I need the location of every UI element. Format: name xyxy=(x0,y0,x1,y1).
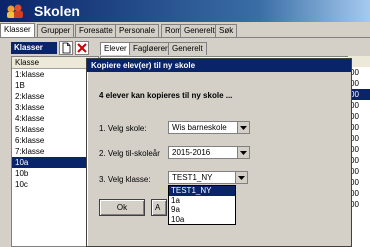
delete-icon xyxy=(77,43,87,53)
delete-class-button[interactable] xyxy=(75,41,89,55)
tab-personale[interactable]: Personale xyxy=(115,24,160,38)
ok-button[interactable]: Ok xyxy=(99,199,145,216)
class-option[interactable]: 1a xyxy=(169,196,235,206)
cancel-button[interactable]: A xyxy=(151,199,167,216)
tab-divider xyxy=(0,37,370,38)
new-class-button[interactable] xyxy=(59,41,73,55)
class-select[interactable]: TEST1_NY xyxy=(168,171,248,184)
chevron-down-icon[interactable] xyxy=(237,122,249,133)
class-select-value: TEST1_NY xyxy=(172,173,213,182)
dialog-title: Kopiere elev(er) til ny skole xyxy=(87,59,351,72)
school-select[interactable]: Wis barneskole xyxy=(168,121,250,134)
tab-sok[interactable]: Søk xyxy=(215,24,238,38)
tab-grupper[interactable]: Grupper xyxy=(37,24,75,38)
chevron-down-icon[interactable] xyxy=(235,172,247,183)
year-label: 2. Velg til-skoleår xyxy=(99,149,160,158)
copy-students-dialog: Kopiere elev(er) til ny skole 4 elever k… xyxy=(86,58,352,247)
class-label: 3. Velg klasse: xyxy=(99,175,151,184)
class-dropdown-list[interactable]: TEST1_NY 1a 9a 10a xyxy=(168,185,236,225)
title-bar: Skolen xyxy=(0,0,370,22)
class-option[interactable]: 10a xyxy=(169,215,235,225)
app-logo-icon xyxy=(7,4,23,18)
subtab-generelt[interactable]: Generelt xyxy=(168,42,207,55)
new-document-icon xyxy=(62,42,71,54)
tab-foresatte[interactable]: Foresatte xyxy=(75,24,117,38)
tab-generelt[interactable]: Generelt xyxy=(180,24,219,38)
chevron-down-icon[interactable] xyxy=(237,147,249,158)
app-title: Skolen xyxy=(34,3,80,19)
school-label: 1. Velg skole: xyxy=(99,124,147,133)
tab-klasser[interactable]: Klasser xyxy=(0,23,35,38)
class-option[interactable]: 9a xyxy=(169,205,235,215)
class-option[interactable]: TEST1_NY xyxy=(169,186,235,196)
school-select-value: Wis barneskole xyxy=(172,123,227,132)
year-select[interactable]: 2015-2016 xyxy=(168,146,250,159)
subtab-elever[interactable]: Elever xyxy=(100,42,131,55)
year-select-value: 2015-2016 xyxy=(172,148,211,157)
dialog-message: 4 elever kan kopieres til ny skole ... xyxy=(99,91,233,100)
classes-panel-header: Klasser xyxy=(11,42,57,54)
